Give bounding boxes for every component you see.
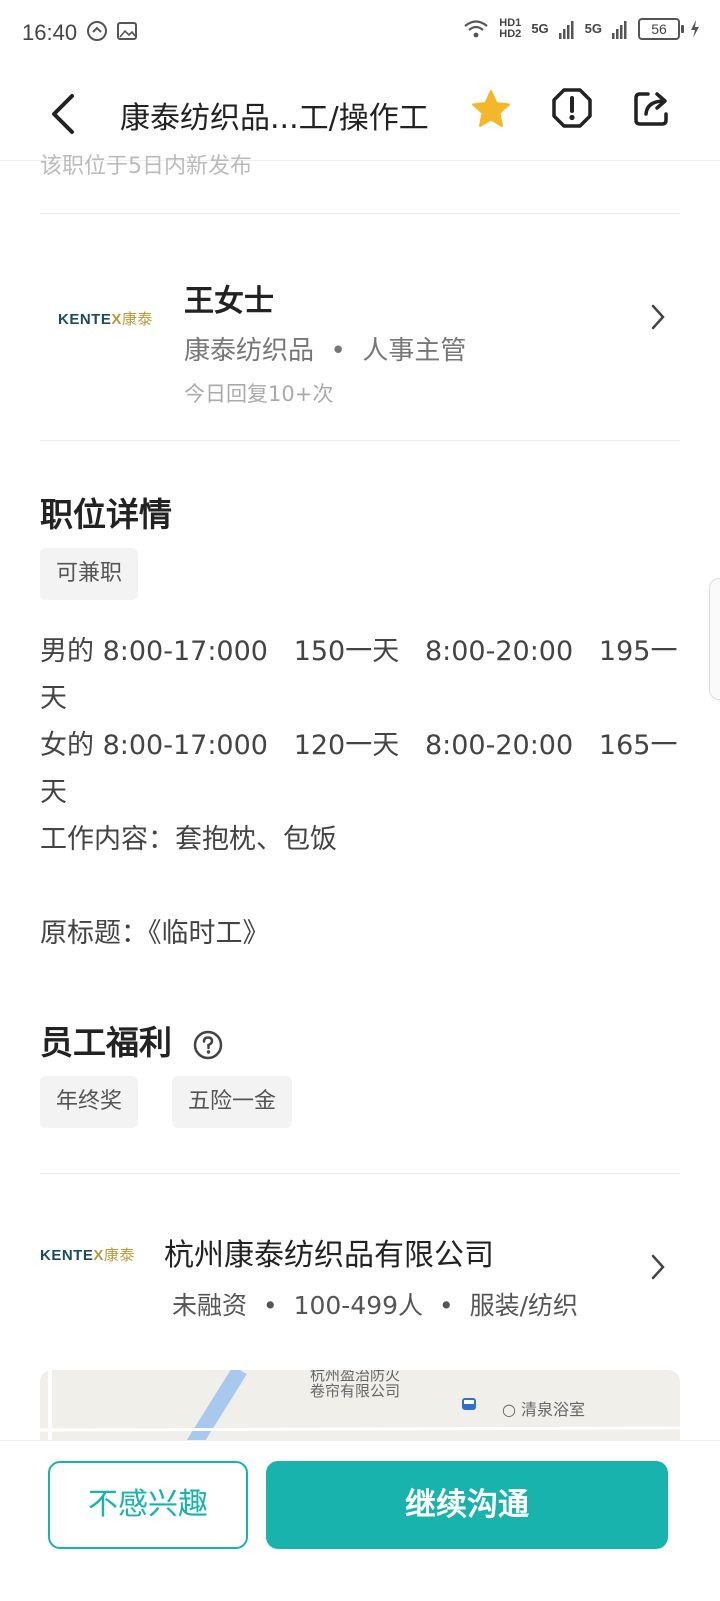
status-time: 16:40 bbox=[22, 20, 78, 45]
benefit-tag: 五险一金 bbox=[172, 1076, 293, 1128]
company-funding: 未融资 bbox=[172, 1291, 248, 1320]
benefits-title: 员工福利 bbox=[40, 1023, 172, 1062]
company-logo: KENTEX康泰 bbox=[58, 311, 153, 328]
company-name: 杭州康泰纺织品有限公司 bbox=[164, 1238, 494, 1273]
hd-indicator: HD1 HD2 bbox=[499, 17, 522, 40]
job-description-line: 工作内容：套抱枕、包饭 bbox=[40, 824, 337, 855]
job-tag: 可兼职 bbox=[40, 548, 139, 600]
recruiter-reply-rate: 今日回复10+次 bbox=[184, 382, 334, 406]
company-card[interactable]: KENTEX康泰 杭州康泰纺织品有限公司 未融资 • 100-499人 • 服装… bbox=[0, 1200, 720, 1340]
side-drawer-handle[interactable] bbox=[709, 578, 720, 700]
top-nav-bar: 康泰纺织品...工/操作工 bbox=[0, 66, 720, 161]
signal-bars-icon bbox=[558, 21, 574, 39]
continue-chat-button[interactable]: 继续沟通 bbox=[266, 1461, 668, 1549]
signal-bars-icon bbox=[612, 21, 627, 39]
chevron-right-icon bbox=[651, 304, 665, 330]
recruiter-name: 王女士 bbox=[184, 284, 274, 319]
job-description-line: 天 bbox=[40, 777, 67, 808]
chevron-right-icon bbox=[651, 1254, 665, 1280]
separator-dot: • bbox=[430, 1291, 462, 1320]
divider bbox=[40, 213, 680, 214]
status-notification-icons bbox=[86, 20, 138, 42]
status-bar: 16:40 HD1 HD2 5G 5G 56 bbox=[0, 0, 720, 66]
company-size: 100-499人 bbox=[293, 1291, 424, 1320]
page-title: 康泰纺织品...工/操作工 bbox=[120, 101, 429, 136]
charging-icon bbox=[691, 20, 699, 38]
job-description: 男的 8:00-17:000 150一天 8:00-20:00 195一 天 女… bbox=[40, 628, 680, 957]
job-description-line: 男的 8:00-17:000 150一天 8:00-20:00 195一 bbox=[40, 636, 678, 667]
benefit-tag: 年终奖 bbox=[40, 1076, 139, 1128]
job-description-line: 原标题：《临时工》 bbox=[40, 918, 270, 949]
bottom-action-bar: 不感兴趣 继续沟通 bbox=[0, 1440, 720, 1601]
job-details-title: 职位详情 bbox=[40, 495, 172, 534]
company-industry: 服装/纺织 bbox=[469, 1291, 579, 1320]
job-description-line: 天 bbox=[40, 683, 67, 714]
image-notification-icon bbox=[117, 22, 137, 40]
company-info: 未融资 • 100-499人 • 服装/纺织 bbox=[172, 1286, 578, 1322]
back-arrow-icon[interactable] bbox=[40, 84, 90, 144]
app-notification-icon bbox=[87, 21, 107, 41]
job-description-line: 女的 8:00-17:000 120一天 8:00-20:00 165一 bbox=[40, 730, 678, 761]
not-interested-button[interactable]: 不感兴趣 bbox=[48, 1461, 248, 1549]
map-label: 卷帘有限公司 bbox=[310, 1382, 401, 1400]
signal-5g-1: 5G bbox=[531, 21, 549, 36]
help-question-icon[interactable] bbox=[193, 1030, 223, 1060]
posting-date-note: 该职位于5日内新发布 bbox=[40, 154, 252, 178]
company-logo: KENTEX康泰 bbox=[40, 1247, 135, 1264]
status-right: HD1 HD2 5G 5G 56 bbox=[463, 18, 700, 40]
job-description-line bbox=[40, 863, 680, 910]
recruiter-company: 康泰纺织品 bbox=[184, 336, 315, 366]
favorite-star-icon[interactable] bbox=[470, 88, 512, 130]
divider bbox=[40, 440, 680, 441]
report-warning-icon[interactable] bbox=[550, 86, 594, 130]
separator-dot: • bbox=[254, 1291, 286, 1320]
signal-5g-2: 5G bbox=[584, 21, 602, 36]
divider bbox=[40, 1173, 680, 1174]
recruiter-role: 人事主管 bbox=[362, 336, 467, 366]
separator-dot: • bbox=[322, 336, 355, 366]
recruiter-info: 康泰纺织品 • 人事主管 bbox=[184, 330, 466, 367]
share-icon[interactable] bbox=[630, 86, 674, 130]
wifi-icon bbox=[464, 20, 488, 38]
battery-indicator: 56 bbox=[638, 18, 684, 40]
bus-stop-icon bbox=[462, 1398, 476, 1410]
recruiter-card[interactable]: KENTEX康泰 王女士 康泰纺织品 • 人事主管 今日回复10+次 bbox=[0, 240, 720, 410]
location-map[interactable]: 杭州盈治防火 卷帘有限公司 ○ 清泉浴室 bbox=[40, 1370, 680, 1450]
map-label: ○ 清泉浴室 bbox=[502, 1400, 586, 1419]
